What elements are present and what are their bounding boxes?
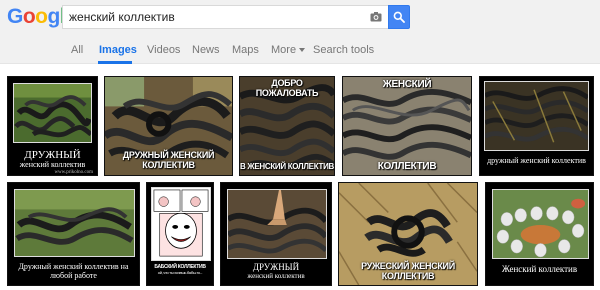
result-caption: ДРУЖНЫЙ ЖЕНСКИЙ КОЛЛЕКТИВ: [122, 150, 215, 171]
result-photo: [14, 189, 135, 257]
result-photo: [227, 189, 327, 259]
result-caption: ДРУЖНЫЙ женский коллектив www.prikolno.c…: [8, 149, 97, 175]
search-input[interactable]: [63, 6, 353, 28]
result-comic: [151, 187, 211, 261]
logo-letter: o: [35, 5, 48, 28]
tab-all[interactable]: All: [71, 44, 83, 56]
logo-letter: o: [22, 5, 36, 28]
image-result[interactable]: ДРУЖНЫЙ женский коллектив: [220, 182, 332, 286]
result-caption-top: ДОБРО ПОЖАЛОВАТЬ: [255, 78, 319, 98]
image-result[interactable]: ДОБРО ПОЖАЛОВАТЬ В ЖЕНСКИЙ КОЛЛЕКТИВ: [239, 76, 335, 176]
tab-maps[interactable]: Maps: [232, 44, 259, 56]
tab-images[interactable]: Images: [99, 44, 137, 56]
search-header: Google: [0, 0, 600, 36]
result-caption: ДРУЖНЫЙ женский коллектив: [221, 262, 331, 281]
rabbits-photo: [493, 190, 588, 258]
image-result[interactable]: ДРУЖНЫЙ женский коллектив www.prikolno.c…: [7, 76, 98, 176]
result-caption: Женский коллектив: [501, 264, 578, 274]
snakes-photo: [15, 190, 134, 256]
caption-line: женский коллектив: [247, 271, 305, 280]
tab-search-tools[interactable]: Search tools: [313, 44, 374, 56]
camera-icon[interactable]: [370, 11, 382, 23]
result-photo: [13, 83, 92, 143]
search-button[interactable]: [388, 5, 410, 29]
image-result[interactable]: Дружный женский коллектив на любой работ…: [7, 182, 140, 286]
tab-videos[interactable]: Videos: [147, 44, 180, 56]
snakes-photo: [485, 82, 588, 150]
search-tabs: All Images Videos News Maps More Search …: [0, 36, 600, 64]
caption-line: женский коллектив: [19, 160, 86, 170]
active-tab-indicator: [98, 61, 132, 64]
caption-line: ой, что ты хочешь бабы-то...: [157, 269, 203, 275]
logo-letter: g: [47, 5, 61, 28]
result-caption: КОЛЛЕКТИВ: [377, 161, 437, 172]
result-caption: Дружный женский коллектив на любой работ…: [8, 262, 139, 281]
result-caption: РУЖЕСКИЙ ЖЕНСКИЙ КОЛЛЕКТИВ: [361, 261, 455, 282]
image-result[interactable]: ЖЕНСКИЙ КОЛЛЕКТИВ: [342, 76, 472, 176]
image-result[interactable]: БАБСКИЙ КОЛЛЕКТИВ ой, что ты хочешь бабы…: [146, 182, 214, 286]
rage-comic-face: [152, 188, 210, 260]
tab-more-label: More: [271, 44, 297, 56]
image-result[interactable]: дружный женский коллектив: [479, 76, 594, 176]
snakes-photo: [228, 190, 326, 258]
result-caption: дружный женский коллектив: [487, 156, 586, 165]
image-result[interactable]: ДРУЖНЫЙ ЖЕНСКИЙ КОЛЛЕКТИВ: [104, 76, 233, 176]
result-caption: БАБСКИЙ КОЛЛЕКТИВ ой, что ты хочешь бабы…: [147, 264, 213, 275]
result-photo: [492, 189, 589, 259]
chevron-down-icon: [299, 48, 306, 53]
search-icon: [393, 11, 405, 23]
result-caption-top: ЖЕНСКИЙ: [382, 79, 432, 90]
tab-news[interactable]: News: [192, 44, 220, 56]
tab-more[interactable]: More: [271, 44, 306, 56]
image-result[interactable]: РУЖЕСКИЙ ЖЕНСКИЙ КОЛЛЕКТИВ: [338, 182, 478, 286]
caption-line: любой работе: [50, 270, 97, 280]
logo-letter: G: [7, 5, 23, 28]
result-photo: [484, 81, 589, 151]
result-caption: В ЖЕНСКИЙ КОЛЛЕКТИВ: [240, 162, 334, 172]
caption-watermark: www.prikolno.com: [54, 169, 93, 175]
snakes-photo: [14, 84, 91, 142]
image-result[interactable]: Женский коллектив: [485, 182, 594, 286]
search-box: [62, 5, 388, 29]
